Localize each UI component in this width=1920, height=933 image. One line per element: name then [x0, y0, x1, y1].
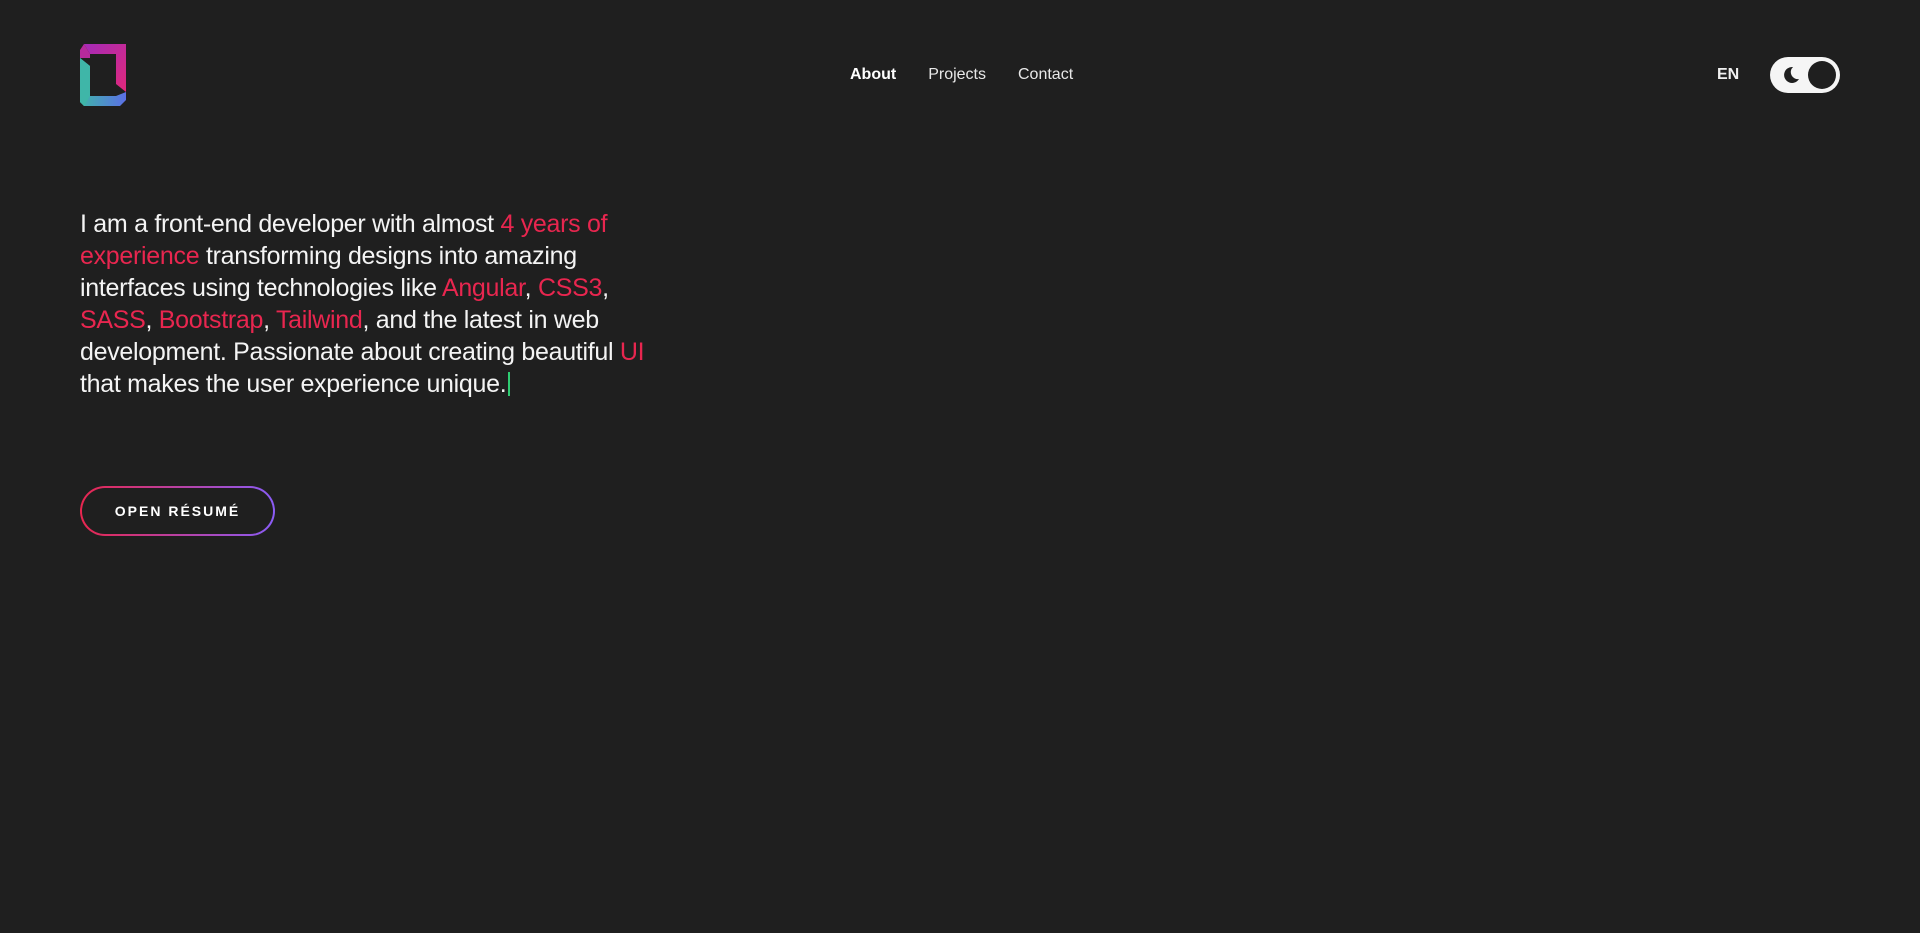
nav-about[interactable]: About	[850, 64, 896, 86]
language-selector[interactable]: EN	[1717, 64, 1739, 86]
highlight-angular: Angular	[441, 274, 525, 302]
moon-icon	[1782, 66, 1800, 84]
intro-text-segment: ,	[524, 274, 538, 302]
highlight-sass: SASS	[80, 306, 146, 334]
toggle-knob	[1808, 61, 1836, 89]
intro-text-segment: ,	[602, 274, 609, 302]
highlight-ui: UI	[619, 338, 645, 366]
nav-projects[interactable]: Projects	[928, 64, 986, 86]
highlight-tailwind: Tailwind	[275, 306, 363, 334]
intro-text-segment: ,	[145, 306, 159, 334]
intro-text-segment: ,	[263, 306, 276, 334]
open-resume-button[interactable]: OPEN RÉSUMÉ	[80, 486, 275, 536]
nav-contact[interactable]: Contact	[1018, 64, 1073, 86]
open-resume-label: OPEN RÉSUMÉ	[82, 488, 273, 534]
intro-text: I am a front-end developer with almost 4…	[80, 208, 650, 400]
intro-text-segment: that makes the user experience unique.	[80, 370, 507, 398]
intro-text-segment: I am a front-end developer with almost	[80, 210, 501, 238]
page: About Projects Contact EN I am a front-e…	[0, 0, 1920, 933]
logo-icon[interactable]	[80, 44, 130, 106]
highlight-bootstrap: Bootstrap	[158, 306, 264, 334]
main-nav: About Projects Contact	[850, 64, 1073, 86]
theme-toggle[interactable]	[1770, 57, 1840, 93]
typing-caret	[508, 372, 511, 396]
highlight-css3: CSS3	[537, 274, 603, 302]
